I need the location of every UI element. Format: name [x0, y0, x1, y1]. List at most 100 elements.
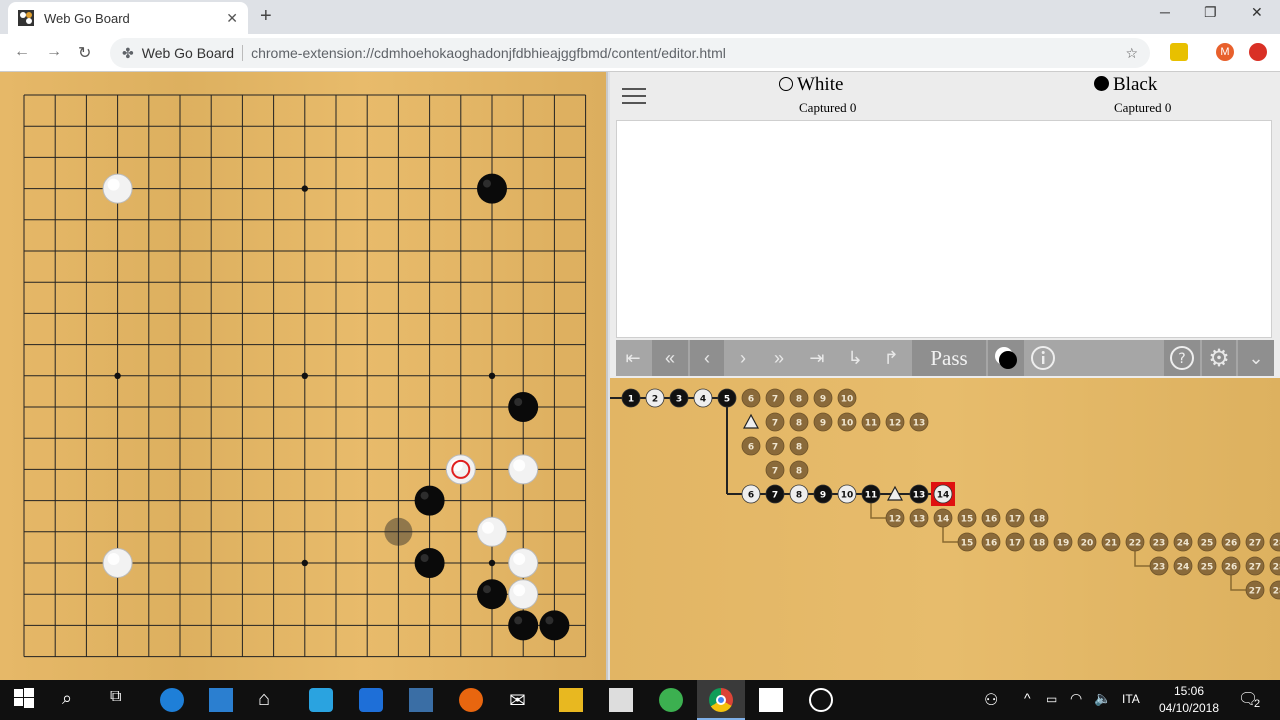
help-icon[interactable]: ?	[1164, 340, 1200, 376]
stone-highlight	[420, 554, 429, 562]
task-view-icon[interactable]: ⧉	[110, 688, 134, 712]
people-icon[interactable]: ⚇	[984, 690, 998, 710]
next-move-icon[interactable]: ›	[726, 340, 760, 376]
volume-icon[interactable]: 🔈	[1094, 690, 1111, 707]
extension-icon[interactable]	[1170, 43, 1188, 61]
branch-right-icon[interactable]: ↱	[874, 340, 908, 376]
tray-chevron-icon[interactable]: ^	[1024, 690, 1031, 706]
go-board[interactable]	[0, 72, 608, 680]
battery-icon[interactable]: ▭	[1046, 692, 1057, 706]
mail-icon[interactable]: ✉	[509, 688, 533, 712]
back-icon[interactable]: ←	[14, 43, 30, 61]
document-icon[interactable]	[759, 688, 783, 712]
tree-node-label: 4	[700, 395, 706, 405]
address-bar: ← → ↻ ✤ Web Go Board chrome-extension://…	[0, 34, 1280, 72]
folder-icon[interactable]	[559, 688, 583, 712]
update-icon[interactable]	[1249, 43, 1267, 61]
profile-avatar[interactable]: M	[1216, 43, 1234, 61]
clock[interactable]: 15:06 04/10/2018	[1150, 684, 1228, 715]
tree-node-label: 6	[748, 443, 754, 453]
info-icon[interactable]	[1026, 340, 1060, 376]
tree-node-label: 14	[937, 515, 950, 525]
black-stone	[477, 173, 507, 204]
tree-node-label: 8	[796, 419, 802, 429]
browser-tab[interactable]: Web Go Board ✕	[8, 2, 248, 34]
tab-title: Web Go Board	[44, 10, 130, 26]
black-stone	[508, 610, 539, 641]
star-point	[301, 559, 308, 567]
tree-node-label: 2	[652, 395, 658, 405]
obs-icon[interactable]	[809, 688, 833, 712]
clock-date: 04/10/2018	[1158, 701, 1220, 715]
tree-node-label: 27	[1249, 587, 1262, 597]
windows-taskbar: ⌕ ⧉ ⌂ ✉ ⚇ ^ ▭ ◠ 🔈 ITA 15:06 04/10/2018 🗨…	[0, 680, 1280, 720]
tree-node-label: 8	[796, 491, 802, 501]
game-tree[interactable]: 1 2 3 4 5 6 7 8 9 10 7 8 9 10 11 12 13 6 7 8 7 8 6 7 8 9 10 11 13 14 1…	[610, 378, 1280, 680]
forward-ten-icon[interactable]: »	[762, 340, 796, 376]
app-icon-3[interactable]	[659, 688, 683, 712]
computer-icon[interactable]	[409, 688, 433, 712]
back-ten-icon[interactable]: «	[652, 340, 688, 376]
app-icon[interactable]	[309, 688, 333, 712]
search-icon[interactable]: ⌕	[62, 688, 86, 712]
game-tree-graph[interactable]: 1 2 3 4 5 6 7 8 9 107 8 9 10 11 12 136 7 87 86 7 8 9 10 11 13 141…	[610, 378, 1280, 680]
restore-icon[interactable]: ❐	[1204, 4, 1217, 21]
black-player: Black	[1094, 74, 1157, 96]
notification-count: 2	[1254, 698, 1261, 710]
close-tab-icon[interactable]: ✕	[226, 10, 238, 27]
tree-node-label: 17	[1009, 539, 1022, 549]
app-icon-2[interactable]	[359, 688, 383, 712]
windows-start-icon[interactable]	[14, 688, 38, 712]
tree-node-label: 18	[1033, 539, 1046, 549]
svg-text:?: ?	[1178, 351, 1185, 367]
go-board-grid[interactable]	[0, 72, 606, 680]
pass-button[interactable]: Pass	[912, 340, 986, 376]
tree-node-label: 18	[1033, 515, 1046, 525]
branch-down-icon[interactable]: ↳	[838, 340, 872, 376]
play-mode-icon[interactable]	[988, 340, 1024, 376]
close-window-icon[interactable]: ✕	[1251, 4, 1263, 21]
tree-node-label: 8	[796, 467, 802, 477]
forward-icon[interactable]: →	[46, 43, 62, 61]
settings-gear-icon[interactable]: ⚙	[1202, 340, 1236, 376]
minimize-icon[interactable]: ─	[1160, 4, 1170, 20]
stone-highlight	[514, 398, 523, 406]
chrome-taskbar-button[interactable]	[697, 680, 745, 720]
previous-move-icon[interactable]: ‹	[690, 340, 724, 376]
store-icon[interactable]	[209, 688, 233, 712]
tree-node-label: 24	[1177, 539, 1190, 549]
language-indicator[interactable]: ITA	[1122, 692, 1140, 706]
black-stone	[414, 548, 445, 578]
go-board-app-icon[interactable]	[609, 688, 633, 712]
last-move-icon[interactable]: ⇥	[800, 340, 834, 376]
tree-node-label: 11	[865, 491, 878, 501]
black-stone	[539, 610, 570, 641]
chevron-down-icon[interactable]: ⌄	[1238, 340, 1274, 376]
black-stone	[414, 485, 445, 516]
firefox-icon[interactable]	[459, 688, 483, 712]
tree-node-label: 25	[1201, 539, 1214, 549]
white-player-name: White	[797, 74, 844, 95]
stone-highlight	[514, 616, 523, 625]
black-player-name: Black	[1113, 74, 1158, 95]
tree-node-label: 8	[796, 395, 802, 405]
tree-node-label: 16	[985, 539, 998, 549]
wifi-icon[interactable]: ◠	[1070, 690, 1082, 707]
url-field[interactable]: ✤ Web Go Board chrome-extension://cdmhoe…	[110, 38, 1150, 68]
new-tab-icon[interactable]: +	[260, 5, 272, 28]
tree-node-label: 16	[985, 515, 998, 525]
edge-icon[interactable]	[160, 688, 184, 712]
reload-icon[interactable]: ↻	[78, 43, 91, 63]
star-point	[301, 185, 308, 192]
first-move-icon[interactable]: ⇤	[616, 340, 650, 376]
go-board-favicon-icon	[18, 10, 34, 26]
tree-node-label: 13	[913, 515, 926, 525]
ghost-stone	[384, 517, 413, 546]
tree-node-label: 6	[748, 395, 754, 405]
extension-puzzle-icon: ✤	[122, 44, 134, 61]
tree-node-label: 25	[1201, 563, 1214, 573]
menu-icon[interactable]	[622, 88, 646, 104]
bookmark-star-icon[interactable]: ☆	[1125, 45, 1138, 62]
comment-box[interactable]	[616, 120, 1272, 338]
home-icon[interactable]: ⌂	[258, 688, 282, 712]
